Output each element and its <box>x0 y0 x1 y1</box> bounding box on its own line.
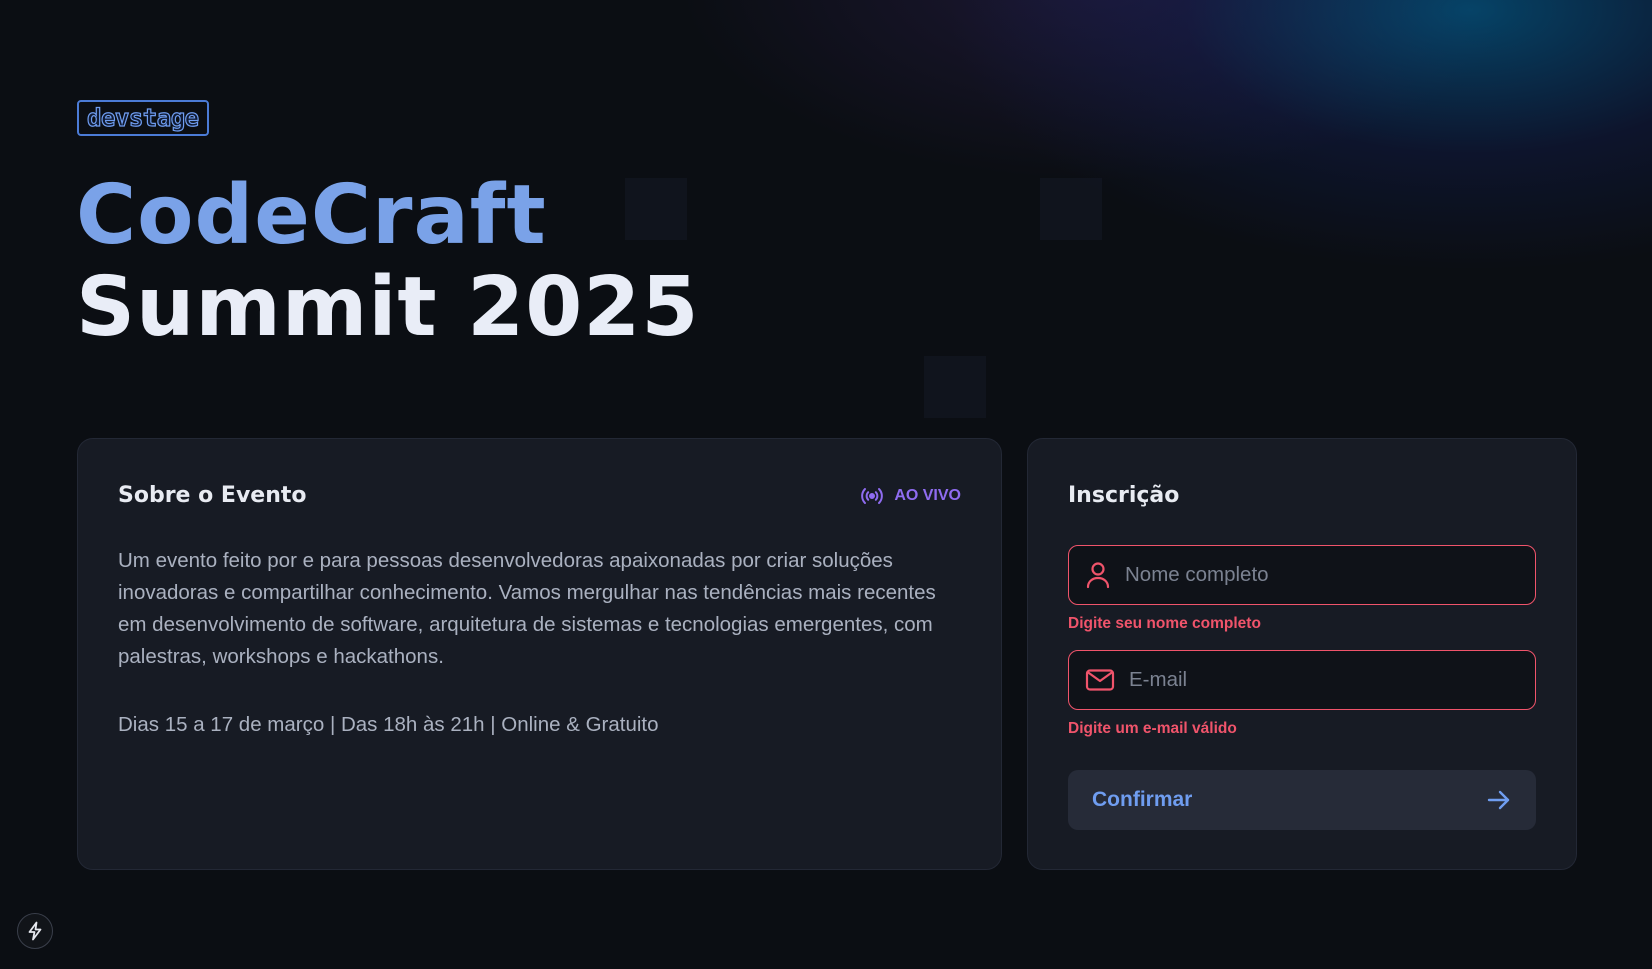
page: devstage CodeCraft Summit 2025 Sobre o E… <box>0 0 1652 969</box>
name-error: Digite seu nome completo <box>1068 615 1261 632</box>
background-decoration <box>1040 178 1102 240</box>
background-decoration <box>924 356 986 418</box>
email-error: Digite um e-mail válido <box>1068 720 1237 737</box>
live-label: AO VIVO <box>894 487 961 504</box>
event-info: Dias 15 a 17 de março | Das 18h às 21h |… <box>118 713 659 736</box>
broadcast-icon <box>861 488 884 504</box>
signup-card: Inscrição Digite seu nome completo Digit… <box>1027 438 1577 870</box>
dev-tools-button[interactable] <box>17 913 53 949</box>
name-input[interactable] <box>1123 562 1519 588</box>
about-heading: Sobre o Evento <box>118 483 307 508</box>
about-description: Um evento feito por e para pessoas desen… <box>118 549 936 668</box>
devstage-logo: devstage <box>77 100 209 136</box>
name-field[interactable] <box>1068 545 1536 605</box>
confirm-button[interactable]: Confirmar <box>1068 770 1536 830</box>
title-line-2: Summit 2025 <box>76 260 700 355</box>
live-badge: AO VIVO <box>860 486 961 506</box>
title-line-1: CodeCraft <box>76 168 547 263</box>
email-field[interactable] <box>1068 650 1536 710</box>
lightning-icon <box>28 921 42 941</box>
page-title: CodeCraft Summit 2025 <box>76 170 699 354</box>
user-icon <box>1086 562 1110 589</box>
confirm-label: Confirmar <box>1092 788 1193 811</box>
mail-icon <box>1085 669 1115 691</box>
logo-text: devstage <box>86 103 199 132</box>
arrow-right-icon <box>1487 790 1510 810</box>
about-card: Sobre o Evento AO VIVO Um evento feito p… <box>77 438 1002 870</box>
signup-heading: Inscrição <box>1068 483 1180 508</box>
email-input[interactable] <box>1127 667 1519 693</box>
